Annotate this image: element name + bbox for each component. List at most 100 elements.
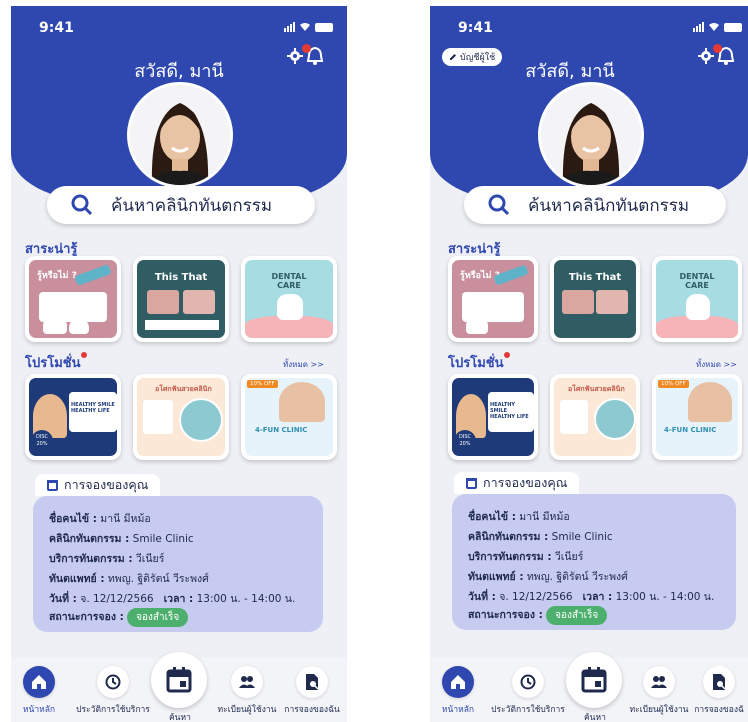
booking-card[interactable]: ชื่อคนไข้ : มานี มีหม้อ คลินิกทันตกรรม :… [33,496,323,632]
booking-service: บริการทันตกรรม : วีเนียร์ [468,551,584,563]
greeting-title: สวัสดี, มานี [525,61,615,82]
article-card[interactable]: DENTAL CARE [652,256,742,342]
promo-badge: DISC 20% [454,430,476,452]
booking-section-title: การจองของคุณ [454,472,580,494]
promo-headline: HEALTHY SMILE HEALTHY LIFE [71,402,115,414]
avatar-photo [130,85,230,185]
phone-screen-right: 9:41 บัญชีผู้ใช้ สวัสดี, มานี ค้นหาคลินิ… [430,6,748,722]
nav-history-label: ประวัติการใช้บริการ [76,705,150,715]
nav-my-bookings-label: การจองของฉั [694,705,744,715]
nav-register[interactable]: ทะเบียนผู้ใช้งาน [215,666,279,716]
bottom-nav: หน้าหลัก ประวัติการใช้บริการ ค้นหา ทะเบี… [430,652,748,722]
article-card[interactable]: DENTAL CARE [241,256,337,342]
nav-my-bookings[interactable]: การจองของฉัน [279,666,345,716]
nav-register-label: ทะเบียนผู้ใช้งาน [629,705,689,715]
battery-icon [315,22,333,32]
users-icon [239,676,255,688]
wifi-icon [300,23,310,31]
article-caption: This That [154,272,208,283]
promo-card[interactable]: อโศกฟันสวยคลินิก [550,374,640,460]
history-icon [105,674,121,690]
notification-badge [713,44,722,53]
booking-patient: ชื่อคนไข้ : มานี มีหม้อ [468,511,570,523]
avatar [127,82,233,188]
article-card[interactable]: This That [550,256,640,342]
see-all-link[interactable]: ทั้งหมด >> [696,358,737,371]
calendar-icon [581,667,607,693]
booking-status: สถานะการจอง : จองสำเร็จ [49,608,189,627]
nav-home-label: หน้าหลัก [441,705,475,715]
promo-headline: 4-FUN CLINIC [664,426,717,434]
status-icons [693,22,742,32]
see-all-link[interactable]: ทั้งหมด >> [283,358,324,371]
promo-card[interactable]: 10% OFF 4-FUN CLINIC [652,374,742,460]
promotions-dot [504,352,511,358]
promo-card[interactable]: 10% OFF 4-FUN CLINIC [241,374,337,460]
nav-history[interactable]: ประวัติการใช้บริการ [65,666,161,716]
booking-dentist: ทันตแพทย์ : ทพญ. ฐิติรัตน์ วีระพงศ์ [49,573,209,585]
nav-history-label: ประวัติการใช้บริการ [491,705,565,715]
status-icons [284,22,333,32]
gear-icon[interactable] [698,48,714,64]
signal-icon [284,22,295,32]
booking-clinic: คลินิกทันตกรรม : Smile Clinic [468,531,613,543]
nav-history[interactable]: ประวัติการใช้บริการ [482,666,574,716]
gear-icon[interactable] [287,48,303,64]
nav-search[interactable] [151,652,207,708]
home-icon [451,675,465,689]
booking-clinic: คลินิกทันตกรรม : Smile Clinic [49,533,194,545]
status-time: 9:41 [39,20,74,36]
promotions-title: โปรโมชั่น [25,352,88,373]
promo-card[interactable]: HEALTHY SMILE HEALTHY LIFE DISC 20% [448,374,538,460]
nav-search-label: ค้นหา [584,713,606,722]
bottom-nav: หน้าหลัก ประวัติการใช้บริการ ค้นหา ทะเบี… [11,652,347,722]
article-caption: This That [568,272,622,283]
battery-icon [724,22,742,32]
nav-home-label: หน้าหลัก [22,705,56,715]
home-icon [32,675,46,689]
signal-icon [693,22,704,32]
promo-headline: อโศกฟันสวยคลินิก [568,385,625,393]
search-bar[interactable]: ค้นหาคลินิกทันตกรรม [464,186,726,224]
article-caption: รู้หรือไม่ ? [37,271,77,281]
promo-card[interactable]: HEALTHY SMILE HEALTHY LIFE DISC 20% [25,374,121,460]
promo-badge: 10% OFF [658,380,689,388]
calendar-icon [47,479,58,491]
article-card[interactable]: This That [133,256,229,342]
document-icon [713,674,726,690]
nav-home[interactable]: หน้าหลัก [434,666,482,716]
notification-badge [302,44,311,53]
promotions-title: โปรโมชั่น [448,352,511,373]
avatar-photo [541,85,641,185]
nav-register[interactable]: ทะเบียนผู้ใช้งาน [628,666,690,716]
promo-badge: DISC 20% [31,430,53,452]
notification-button[interactable] [302,44,325,66]
booking-service: บริการทันตกรรม : วีเนียร์ [49,553,165,565]
booking-card[interactable]: ชื่อคนไข้ : มานี มีหม้อ คลินิกทันตกรรม :… [452,494,736,630]
search-placeholder: ค้นหาคลินิกทันตกรรม [111,195,273,216]
nav-my-bookings-label: การจองของฉัน [284,705,340,715]
notification-button[interactable] [713,44,736,66]
booking-datetime: วันที่ : จ. 12/12/2566 เวลา : 13:00 น. -… [49,593,296,605]
article-card[interactable]: รู้หรือไม่ ? [448,256,538,342]
promotions-dot [81,352,88,358]
phone-screen-left: 9:41 สวัสดี, มานี ค้นหาคลินิกทันตกรรม สา… [11,6,347,722]
history-icon [520,674,536,690]
promo-badge: 10% OFF [247,380,278,388]
status-badge: จองสำเร็จ [546,606,608,625]
nav-search-label: ค้นหา [169,713,191,722]
document-icon [306,674,319,690]
promo-headline: อโศกฟันสวยคลินิก [155,385,212,393]
nav-my-bookings[interactable]: การจองของฉั [690,666,748,716]
calendar-icon [466,477,477,489]
search-bar[interactable]: ค้นหาคลินิกทันตกรรม [47,186,315,224]
article-card[interactable]: รู้หรือไม่ ? [25,256,121,342]
status-time: 9:41 [458,20,493,36]
nav-home[interactable]: หน้าหลัก [13,666,65,716]
article-caption: DENTAL CARE [679,272,715,290]
booking-dentist: ทันตแพทย์ : ทพญ. ฐิติรัตน์ วีระพงศ์ [468,571,628,583]
promo-headline: HEALTHY SMILE HEALTHY LIFE [490,402,529,420]
nav-search[interactable] [566,652,622,708]
promo-card[interactable]: อโศกฟันสวยคลินิก [133,374,229,460]
booking-section-title: การจองของคุณ [35,474,161,496]
